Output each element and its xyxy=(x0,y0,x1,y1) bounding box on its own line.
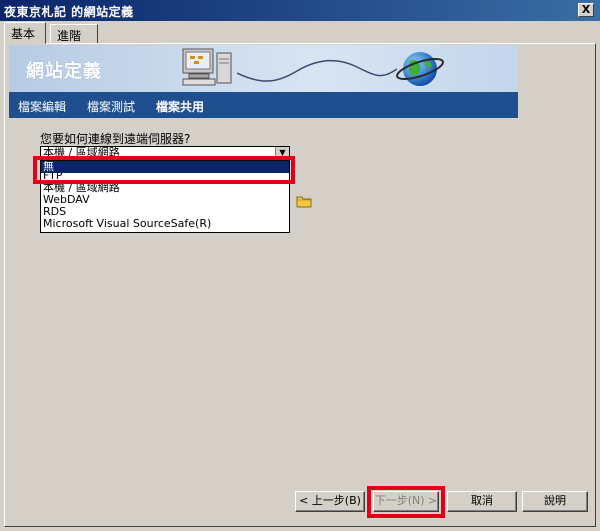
network-cable xyxy=(237,59,397,82)
computer-icon xyxy=(182,48,232,86)
chevron-down-icon[interactable]: ▼ xyxy=(275,147,289,159)
option-none[interactable]: 無 xyxy=(41,161,289,173)
tab-basic[interactable]: 基本 xyxy=(4,22,46,44)
option-sourcesafe[interactable]: Microsoft Visual SourceSafe(R) xyxy=(41,218,289,230)
nav-item-test[interactable]: 檔案測試 xyxy=(87,98,135,115)
connection-question: 您要如何連線到遠端伺服器? xyxy=(40,132,191,146)
access-select[interactable]: 本機 / 區域網路 ▼ xyxy=(40,146,290,160)
close-button[interactable]: X xyxy=(578,3,594,17)
option-local-network[interactable]: 本機 / 區域網路 xyxy=(41,182,289,194)
window-title: 夜東京札記 的網站定義 xyxy=(4,5,134,19)
globe-icon xyxy=(396,52,444,86)
nav-item-share[interactable]: 檔案共用 xyxy=(156,98,204,115)
wizard-banner: 網站定義 xyxy=(9,45,518,92)
folder-icon[interactable] xyxy=(296,195,312,208)
nav-item-edit[interactable]: 檔案編輯 xyxy=(18,98,66,115)
option-rds[interactable]: RDS xyxy=(41,206,289,218)
access-dropdown-list: 無 FTP 本機 / 區域網路 WebDAV RDS Microsoft Vis… xyxy=(40,160,290,233)
help-button[interactable]: 說明 xyxy=(522,491,588,512)
back-button[interactable]: < 上一步(B) xyxy=(295,491,365,512)
title-bar: 夜東京札記 的網站定義 X xyxy=(0,0,600,21)
tab-advanced[interactable]: 進階 xyxy=(50,24,98,44)
banner-title: 網站定義 xyxy=(26,61,102,82)
category-nav: 檔案編輯 檔案測試 檔案共用 xyxy=(9,92,518,118)
option-webdav[interactable]: WebDAV xyxy=(41,194,289,206)
option-ftp[interactable]: FTP xyxy=(41,173,289,182)
access-select-value: 本機 / 區域網路 xyxy=(43,146,120,159)
next-button[interactable]: 下一步(N) > xyxy=(373,491,439,512)
cancel-button[interactable]: 取消 xyxy=(447,491,517,512)
